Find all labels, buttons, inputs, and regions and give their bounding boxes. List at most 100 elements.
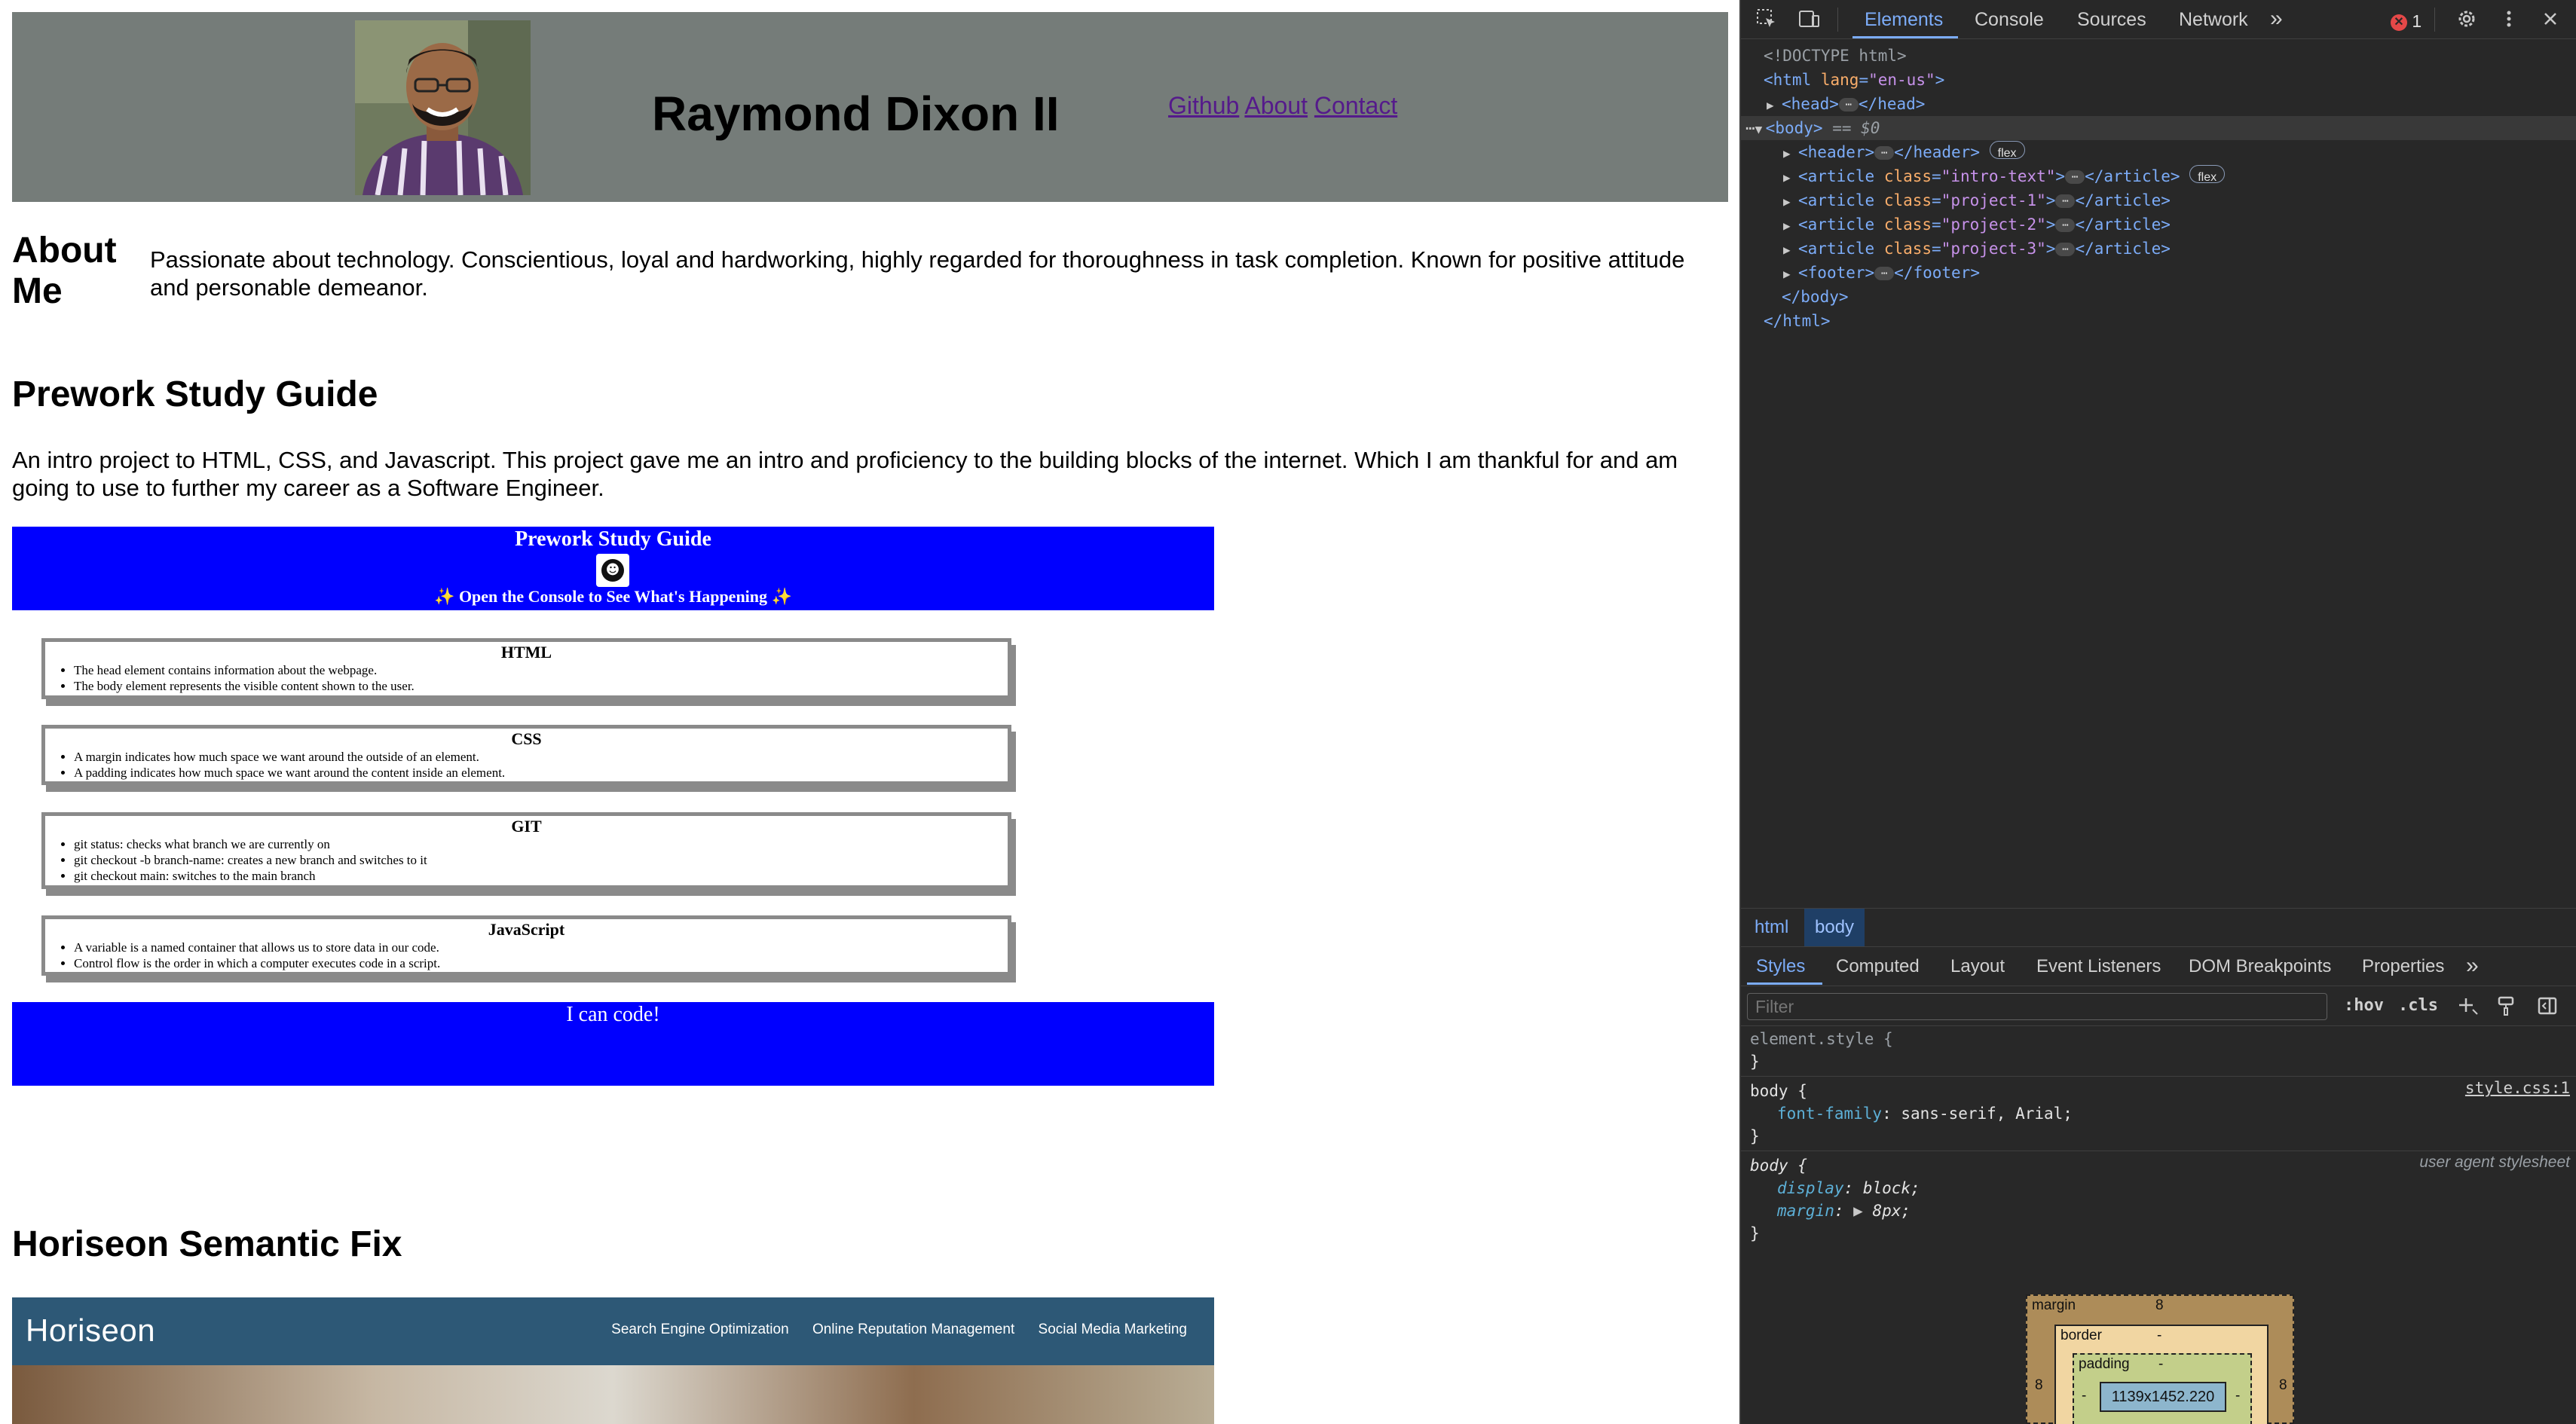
rule-source-link[interactable]: style.css:1 xyxy=(2465,1077,2570,1099)
inspect-element-icon[interactable] xyxy=(1755,8,1779,32)
collapsed-ellipsis-icon[interactable]: ⋯ xyxy=(2055,218,2076,232)
dom-node-html-close[interactable]: </html> xyxy=(1741,309,2576,333)
dom-node-body[interactable]: ⋯▼ <body> == $0 xyxy=(1741,116,2576,140)
project-1-description: An intro project to HTML, CSS, and Javas… xyxy=(12,447,1678,501)
box-model-label: border xyxy=(2060,1328,2102,1343)
prework-title: Prework Study Guide xyxy=(515,527,711,551)
prework-footer: I can code! xyxy=(12,1002,1214,1086)
tab-sources[interactable]: Sources xyxy=(2077,9,2146,31)
styles-filter-input[interactable] xyxy=(1747,993,2327,1020)
list-item: A padding indicates how much space we wa… xyxy=(74,765,1008,781)
horiseon-screenshot[interactable]: Horiseon Search Engine Optimization Onli… xyxy=(12,1297,1214,1424)
collapsed-ellipsis-icon[interactable]: ⋯ xyxy=(1874,267,1895,280)
box-model-value: - xyxy=(2157,1328,2162,1343)
expand-arrow-icon[interactable]: ▶ xyxy=(1783,142,1798,166)
new-style-rule-icon[interactable] xyxy=(2455,995,2480,1019)
rule-value[interactable]: sans-serif, Arial; xyxy=(1901,1105,2073,1123)
study-card-git: GIT git status: checks what branch we ar… xyxy=(41,812,1011,889)
settings-gear-icon[interactable] xyxy=(2455,8,2479,32)
site-header: Raymond Dixon II Github About Contact xyxy=(12,12,1728,202)
more-tabs-button[interactable]: » xyxy=(2270,6,2283,32)
tab-network[interactable]: Network xyxy=(2179,9,2248,31)
tab-event-listeners[interactable]: Event Listeners xyxy=(2036,956,2161,977)
collapsed-ellipsis-icon[interactable]: ⋯ xyxy=(1838,98,1859,112)
toggle-sidebar-icon[interactable] xyxy=(2535,995,2559,1019)
list-item: A variable is a named container that all… xyxy=(74,940,1008,955)
device-toolbar-icon[interactable] xyxy=(1797,8,1821,32)
tab-console[interactable]: Console xyxy=(1975,9,2044,31)
error-count: 1 xyxy=(2412,11,2422,31)
more-options-icon[interactable] xyxy=(2497,8,2521,32)
dom-node-doctype[interactable]: <!DOCTYPE html> xyxy=(1741,44,2576,68)
flex-badge[interactable]: flex xyxy=(1989,141,2025,160)
tab-styles[interactable]: Styles xyxy=(1756,956,1805,977)
breadcrumb-body[interactable]: body xyxy=(1804,909,1865,946)
card-title: JavaScript xyxy=(488,920,565,939)
tab-dom-breakpoints[interactable]: DOM Breakpoints xyxy=(2189,956,2331,977)
expand-arrow-icon[interactable]: ▶ xyxy=(1783,214,1798,238)
dom-node-article[interactable]: ▶ <article class="project-3"> ⋯ </article> xyxy=(1741,237,2576,261)
tab-layout[interactable]: Layout xyxy=(1950,956,2005,977)
dom-node-footer[interactable]: ▶ <footer> ⋯ </footer> xyxy=(1741,261,2576,285)
rule-selector: body { xyxy=(1750,1157,1807,1175)
dom-node-head[interactable]: ▶ <head> ⋯ </head> xyxy=(1741,92,2576,116)
box-model-padding[interactable]: padding - - - 1139x1452.220 xyxy=(2073,1353,2252,1424)
dom-node-body-close[interactable]: </body> xyxy=(1741,285,2576,309)
dom-node-header[interactable]: ▶ <header> ⋯ </header> flex xyxy=(1741,140,2576,164)
rule-close: } xyxy=(1750,1127,1760,1145)
tab-properties[interactable]: Properties xyxy=(2362,956,2444,977)
collapsed-ellipsis-icon[interactable]: ⋯ xyxy=(2065,170,2085,184)
tag-text: <html xyxy=(1764,71,1812,89)
paint-roller-icon[interactable] xyxy=(2495,995,2519,1019)
nav-link-about[interactable]: About xyxy=(1244,92,1308,119)
collapsed-ellipsis-icon[interactable]: ⋯ xyxy=(2055,243,2076,256)
row-menu-icon[interactable]: ⋯ xyxy=(1745,119,1755,137)
dom-node-html[interactable]: <html lang="en-us"> xyxy=(1741,68,2576,92)
project-2-title: Horiseon Semantic Fix xyxy=(12,1224,402,1264)
horiseon-header: Horiseon Search Engine Optimization Onli… xyxy=(12,1297,1214,1365)
rule-value: 8px; xyxy=(1872,1202,1911,1220)
prework-screenshot[interactable]: Prework Study Guide ☻ ✨ Open the Console… xyxy=(12,527,1214,1086)
nav-link-github[interactable]: Github xyxy=(1168,92,1239,119)
expand-arrow-icon[interactable]: ▶ xyxy=(1783,190,1798,214)
tab-computed[interactable]: Computed xyxy=(1836,956,1920,977)
expand-arrow-icon[interactable]: ▶ xyxy=(1783,238,1798,262)
error-count-badge[interactable]: ✕ 1 xyxy=(2391,11,2422,32)
list-item: The head element contains information ab… xyxy=(74,662,1008,678)
attr-value: "project-2" xyxy=(1941,215,2046,234)
close-icon[interactable] xyxy=(2538,8,2562,32)
dom-node-article[interactable]: ▶ <article class="project-1"> ⋯ </article> xyxy=(1741,188,2576,212)
expand-arrow-icon[interactable]: ▶ xyxy=(1767,93,1782,118)
tag-text: head xyxy=(1877,95,1916,113)
style-rule-user-agent[interactable]: user agent stylesheet body { display: bl… xyxy=(1741,1151,2576,1248)
expand-arrow-icon[interactable]: ▶ xyxy=(1853,1202,1872,1220)
nav-link-contact[interactable]: Contact xyxy=(1314,92,1397,119)
expand-arrow-icon[interactable]: ▶ xyxy=(1783,262,1798,286)
attr-value: "project-3" xyxy=(1941,240,2046,258)
collapsed-ellipsis-icon[interactable]: ⋯ xyxy=(1874,146,1895,160)
tab-elements[interactable]: Elements xyxy=(1865,9,1943,31)
study-card-html: HTML The head element contains informati… xyxy=(41,638,1011,699)
box-model-border[interactable]: border - padding - - - 1139x1452.220 xyxy=(2054,1325,2269,1424)
style-rule-body[interactable]: style.css:1 body { font-family: sans-ser… xyxy=(1741,1077,2576,1151)
horiseon-nav-item: Search Engine Optimization xyxy=(611,1322,789,1337)
site-nav: Github About Contact xyxy=(1168,92,1397,120)
dom-node-article[interactable]: ▶ <article class="project-2"> ⋯ </article> xyxy=(1741,212,2576,237)
expand-arrow-icon[interactable]: ▶ xyxy=(1783,166,1798,190)
collapse-arrow-icon[interactable]: ▼ xyxy=(1755,118,1766,142)
horiseon-nav-item: Social Media Marketing xyxy=(1038,1322,1187,1337)
about-text: Passionate about technology. Conscientio… xyxy=(150,246,1685,301)
breadcrumb: html body xyxy=(1741,908,2576,947)
collapsed-ellipsis-icon[interactable]: ⋯ xyxy=(2055,194,2076,208)
rule-property[interactable]: font-family xyxy=(1750,1105,1882,1123)
hover-state-toggle[interactable]: :hov xyxy=(2344,996,2384,1015)
box-model-content[interactable]: 1139x1452.220 xyxy=(2100,1382,2226,1412)
dom-node-article[interactable]: ▶ <article class="intro-text"> ⋯ </article>… xyxy=(1741,164,2576,188)
flex-badge[interactable]: flex xyxy=(2189,165,2226,184)
class-toggle[interactable]: .cls xyxy=(2398,996,2438,1015)
box-model-margin[interactable]: margin 8 8 8 border - padding - - - 1139… xyxy=(2026,1294,2294,1424)
style-rule-element[interactable]: element.style { } xyxy=(1741,1028,2576,1077)
active-tab-indicator xyxy=(1747,982,1822,985)
more-tabs-button[interactable]: » xyxy=(2466,953,2479,979)
breadcrumb-html[interactable]: html xyxy=(1744,909,1799,946)
